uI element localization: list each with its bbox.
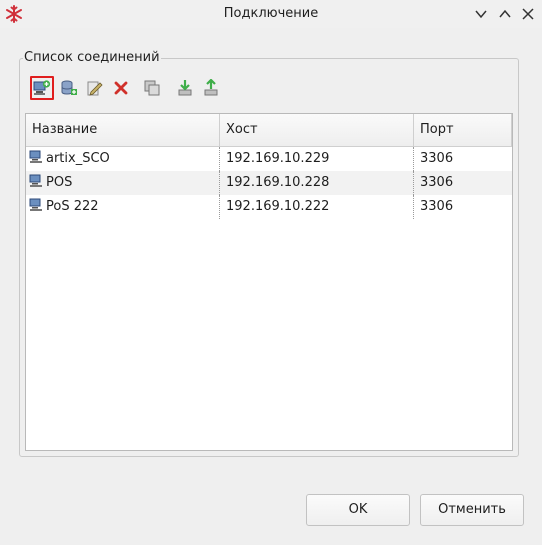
column-header-name[interactable]: Название xyxy=(26,114,220,146)
copy-icon xyxy=(144,80,160,96)
table-header: Название Хост Порт xyxy=(26,114,512,147)
computer-icon xyxy=(29,174,42,187)
column-header-port[interactable]: Порт xyxy=(414,114,512,146)
maximize-button[interactable] xyxy=(496,5,514,23)
new-connection-button[interactable] xyxy=(30,76,54,100)
connection-port: 3306 xyxy=(420,199,454,214)
add-database-icon xyxy=(61,80,77,95)
edit-icon xyxy=(87,81,103,96)
import-button[interactable] xyxy=(173,76,197,100)
minimize-button[interactable] xyxy=(472,5,490,23)
window-title: Подключение xyxy=(223,6,319,21)
delete-button[interactable] xyxy=(109,76,133,100)
column-header-host[interactable]: Хост xyxy=(220,114,414,146)
connection-host: 192.169.10.228 xyxy=(220,171,414,195)
close-icon xyxy=(522,8,534,20)
table-row[interactable]: POS 192.169.10.228 3306 xyxy=(26,171,512,195)
chevron-down-icon xyxy=(475,10,487,19)
group-title: Список соединений xyxy=(23,50,161,65)
computer-icon xyxy=(29,150,42,163)
close-button[interactable] xyxy=(519,5,537,23)
import-icon xyxy=(178,80,192,96)
table-row[interactable]: PoS 222 192.169.10.222 3306 xyxy=(26,195,512,219)
table-row[interactable]: artix_SCO 192.169.10.229 3306 xyxy=(26,147,512,171)
add-database-button[interactable] xyxy=(57,76,81,100)
export-icon xyxy=(204,79,218,96)
connection-name: POS xyxy=(46,175,73,190)
title-bar: Подключение xyxy=(0,0,542,28)
new-connection-icon xyxy=(33,80,51,95)
computer-icon xyxy=(29,198,42,211)
chevron-up-icon xyxy=(499,9,511,18)
connection-port: 3306 xyxy=(420,151,454,166)
connections-table: Название Хост Порт artix_SCO 192.169.10.… xyxy=(25,113,513,451)
export-button[interactable] xyxy=(199,76,223,100)
delete-icon xyxy=(114,81,128,95)
connection-port: 3306 xyxy=(420,175,454,190)
connection-host: 192.169.10.229 xyxy=(220,147,414,171)
ok-button[interactable]: OK xyxy=(306,494,410,526)
edit-button[interactable] xyxy=(83,76,107,100)
cancel-button[interactable]: Отменить xyxy=(420,494,524,526)
connection-name: artix_SCO xyxy=(46,151,110,166)
connection-name: PoS 222 xyxy=(46,199,99,214)
copy-button[interactable] xyxy=(140,76,164,100)
connection-host: 192.169.10.222 xyxy=(220,195,414,219)
